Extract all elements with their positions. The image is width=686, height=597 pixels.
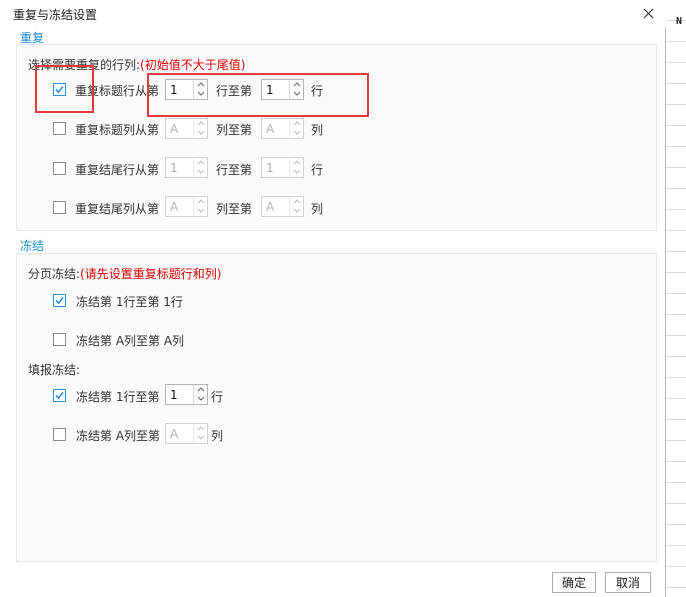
dialog-title: 重复与冻结设置 <box>13 8 98 22</box>
repeat-footer-col-checkbox[interactable] <box>53 201 66 214</box>
chevron-up-icon <box>197 121 205 126</box>
cancel-button[interactable]: 取消 <box>605 572 651 593</box>
spinner-down-arrow[interactable] <box>196 128 206 137</box>
chevron-up-icon <box>293 199 301 204</box>
spinner-value: A <box>266 200 275 214</box>
spinner-down-arrow[interactable] <box>292 167 302 176</box>
spinner-up-arrow[interactable] <box>196 424 206 433</box>
report-freeze-heading: 填报冻结: <box>28 363 81 377</box>
chevron-up-icon <box>197 199 205 204</box>
chevron-up-icon <box>197 387 205 392</box>
dialog-titlebar: 重复与冻结设置 <box>0 0 666 27</box>
ok-button[interactable]: 确定 <box>552 572 596 593</box>
spinner-down-arrow[interactable] <box>196 394 206 403</box>
chevron-down-icon <box>293 208 301 213</box>
spinner-value: 1 <box>170 388 178 402</box>
spinner-up-arrow[interactable] <box>196 119 206 128</box>
spinner-value: A <box>266 122 275 136</box>
chevron-down-icon <box>197 396 205 401</box>
spinner-highlight-box <box>147 73 369 117</box>
spinner-value: A <box>170 427 179 441</box>
spinner-value: 1 <box>266 161 274 175</box>
repeat-hint: (初始值不大于尾值) <box>140 58 246 72</box>
repeat-footer-row-label: 重复结尾行从第 <box>75 163 160 177</box>
repeat-footer-row-end: 行 <box>311 163 324 177</box>
chevron-down-icon <box>197 435 205 440</box>
spinner-up-arrow[interactable] <box>292 158 302 167</box>
repeat-title-col-from-spinner[interactable]: A <box>165 118 208 139</box>
chevron-up-icon <box>293 160 301 165</box>
repeat-title-col-to-spinner[interactable]: A <box>261 118 304 139</box>
spinner-value: A <box>170 122 179 136</box>
background-spreadsheet: N <box>664 0 686 597</box>
page-freeze-col-checkbox[interactable] <box>53 333 66 346</box>
repeat-footer-row-mid: 行至第 <box>216 163 253 177</box>
chevron-up-icon <box>293 121 301 126</box>
chevron-down-icon <box>197 130 205 135</box>
repeat-footer-col-from-spinner[interactable]: A <box>165 196 208 217</box>
report-freeze-row-end: 行 <box>211 390 224 404</box>
spinner-down-arrow[interactable] <box>196 433 206 442</box>
report-freeze-row-spinner[interactable]: 1 <box>165 384 208 405</box>
close-button[interactable] <box>636 3 660 23</box>
report-freeze-row-label: 冻结第 1行至第 <box>76 390 160 404</box>
report-freeze-col-checkbox[interactable] <box>53 428 66 441</box>
spinner-up-arrow[interactable] <box>292 197 302 206</box>
page-freeze-row-checkbox[interactable] <box>53 294 66 307</box>
spinner-up-arrow[interactable] <box>196 385 206 394</box>
repeat-footer-col-label: 重复结尾列从第 <box>75 202 160 216</box>
page-freeze-heading: 分页冻结:(请先设置重复标题行和列) <box>28 267 222 281</box>
report-freeze-col-label: 冻结第 A列至第 <box>76 429 161 443</box>
repeat-footer-row-to-spinner[interactable]: 1 <box>261 157 304 178</box>
freeze-section-title: 冻结 <box>20 239 45 253</box>
repeat-footer-col-to-spinner[interactable]: A <box>261 196 304 217</box>
repeat-footer-col-end: 列 <box>311 202 324 216</box>
chevron-down-icon <box>197 169 205 174</box>
spinner-value: A <box>170 200 179 214</box>
report-freeze-col-spinner[interactable]: A <box>165 423 208 444</box>
page-freeze-col-label: 冻结第 A列至第 A列 <box>76 334 185 348</box>
repeat-footer-col-mid: 列至第 <box>216 202 253 216</box>
chevron-down-icon <box>293 130 301 135</box>
repeat-title-col-end: 列 <box>311 123 324 137</box>
repeat-title-col-mid: 列至第 <box>216 123 253 137</box>
chevron-down-icon <box>197 208 205 213</box>
repeat-title-col-label: 重复标题列从第 <box>75 123 160 137</box>
repeat-footer-row-checkbox[interactable] <box>53 162 66 175</box>
spinner-up-arrow[interactable] <box>292 119 302 128</box>
checkbox-highlight-box <box>35 65 94 113</box>
spinner-down-arrow[interactable] <box>292 128 302 137</box>
close-icon <box>643 8 653 18</box>
page-freeze-hint: (请先设置重复标题行和列) <box>80 267 222 281</box>
spinner-down-arrow[interactable] <box>196 206 206 215</box>
checkmark-icon <box>55 391 64 400</box>
page-freeze-row-label: 冻结第 1行至第 1行 <box>76 295 183 309</box>
report-freeze-col-end: 列 <box>211 429 224 443</box>
repeat-freeze-dialog: 重复与冻结设置 重复 选择需要重复的行列:(初始值不大于尾值) 重复标题行从第 … <box>0 0 666 597</box>
column-header: N <box>676 16 683 27</box>
spinner-down-arrow[interactable] <box>292 206 302 215</box>
spinner-value: 1 <box>170 161 178 175</box>
chevron-up-icon <box>197 426 205 431</box>
repeat-footer-row-from-spinner[interactable]: 1 <box>165 157 208 178</box>
chevron-down-icon <box>293 169 301 174</box>
repeat-title-col-checkbox[interactable] <box>53 122 66 135</box>
chevron-up-icon <box>197 160 205 165</box>
checkmark-icon <box>55 296 64 305</box>
report-freeze-row-checkbox[interactable] <box>53 389 66 402</box>
spinner-up-arrow[interactable] <box>196 197 206 206</box>
spinner-down-arrow[interactable] <box>196 167 206 176</box>
spinner-up-arrow[interactable] <box>196 158 206 167</box>
